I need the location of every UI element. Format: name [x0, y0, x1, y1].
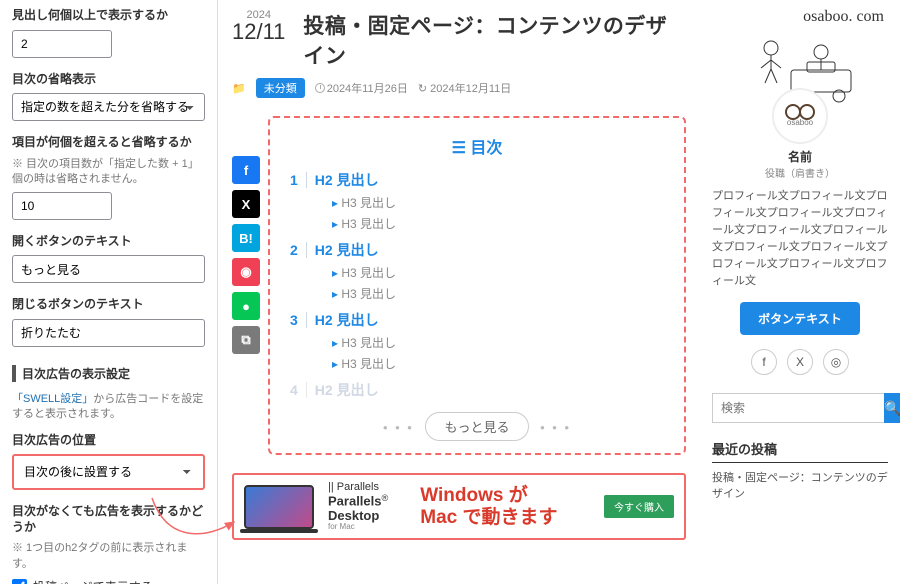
dots-right: • • •: [540, 420, 571, 435]
item-cut-input[interactable]: [12, 192, 112, 220]
folder-icon: 📁: [232, 82, 246, 95]
heading-threshold-input[interactable]: [12, 30, 112, 58]
share-pocket-button[interactable]: ◉: [232, 258, 260, 286]
toc-h3-item[interactable]: H3 見出し: [332, 285, 664, 302]
item-cut-note: ※ 目次の項目数が「指定した数 + 1」個の時は省略されません。: [12, 157, 205, 188]
toc-ad-note: 「SWELL設定」から広告コードを設定すると表示されます。: [12, 392, 205, 423]
close-button-text-input[interactable]: [12, 319, 205, 347]
ad-buy-button[interactable]: 今すぐ購入: [604, 495, 674, 518]
abbrev-label: 目次の省略表示: [12, 72, 205, 88]
share-column: fX B! ◉ ● ⧉: [232, 116, 260, 354]
site-name: osaboo. com: [712, 8, 888, 26]
heading-threshold-label: 見出し何個以上で表示するか: [12, 8, 205, 24]
share-copy-button[interactable]: ⧉: [232, 326, 260, 354]
glasses-icon: [785, 106, 815, 116]
close-button-text-label: 閉じるボタンのテキスト: [12, 297, 205, 313]
toc-h2-item[interactable]: 2H2 見出し: [290, 240, 664, 260]
open-button-text-label: 開くボタンのテキスト: [12, 234, 205, 250]
search-icon: 🔍: [884, 400, 900, 416]
recent-posts-title: 最近の投稿: [712, 439, 888, 463]
category-badge[interactable]: 未分類: [256, 78, 305, 98]
toc-list: 1H2 見出し H3 見出し H3 見出し 2H2 見出し H3 見出し H3 見出し 3H…: [290, 170, 664, 400]
created-date: 2024年11月26日: [315, 80, 408, 96]
dots-left: • • •: [383, 420, 414, 435]
post-date: 2024 12/11: [232, 10, 285, 43]
profile-button[interactable]: ボタンテキスト: [740, 302, 860, 335]
preview-area: 2024 12/11 投稿・固定ページ：コンテンツのデザイン 📁 未分類 202…: [218, 0, 700, 584]
share-x-twitter-button[interactable]: X: [232, 190, 260, 218]
ad-banner[interactable]: || Parallels Parallels® Desktop for Mac …: [232, 473, 686, 540]
toc-h3-item[interactable]: H3 見出し: [332, 355, 664, 372]
clock-icon: [315, 83, 325, 93]
ad-position-select[interactable]: 目次の後に設置する: [16, 458, 201, 486]
toc-h3-item[interactable]: H3 見出し: [332, 194, 664, 211]
toc-h2-item[interactable]: 1H2 見出し: [290, 170, 664, 190]
ad-headline: Windows が Mac で動きます: [420, 485, 557, 529]
ad-position-label: 目次広告の位置: [12, 433, 205, 449]
share-facebook-button[interactable]: f: [232, 156, 260, 184]
profile-name: 名前: [712, 148, 888, 165]
toc-h3-item[interactable]: H3 見出し: [332, 334, 664, 351]
profile-desc: プロフィール文プロフィール文プロフィール文プロフィール文プロフィール文プロフィー…: [712, 188, 888, 290]
search-input[interactable]: [712, 393, 884, 423]
x-icon[interactable]: X: [787, 349, 813, 375]
toc-title: 目次: [290, 134, 664, 158]
toc-box: 目次 1H2 見出し H3 見出し H3 見出し 2H2 見出し H3 見出し H3 見出…: [268, 116, 686, 455]
show-on-post-checkbox[interactable]: [12, 579, 27, 584]
laptop-icon: [244, 485, 314, 529]
toc-h3-item[interactable]: H3 見出し: [332, 215, 664, 232]
toc-ad-section-heading: 目次広告の表示設定: [12, 365, 205, 382]
profile-role: 役職（肩書き）: [712, 165, 888, 180]
avatar: osaboo: [772, 88, 828, 144]
abbrev-select[interactable]: 指定の数を超えた分を省略する: [12, 93, 205, 121]
instagram-icon[interactable]: ◎: [823, 349, 849, 375]
open-button-text-input[interactable]: [12, 255, 205, 283]
show-on-post-checkbox-row[interactable]: 投稿ページで表示する: [12, 578, 205, 584]
swell-settings-link[interactable]: 「SWELL設定」: [12, 393, 93, 405]
recent-post-item[interactable]: 投稿・固定ページ：コンテンツのデザイン: [712, 471, 888, 502]
show-on-post-label: 投稿ページで表示する: [33, 578, 153, 584]
annotation-arrow: [148, 494, 238, 554]
refresh-icon: ↻: [418, 83, 430, 95]
modified-date: ↻ 2024年12月11日: [418, 80, 511, 96]
item-cut-label: 項目が何個を超えると省略するか: [12, 135, 205, 151]
post-meta: 📁 未分類 2024年11月26日 ↻ 2024年12月11日: [232, 78, 686, 98]
toc-h3-item[interactable]: H3 見出し: [332, 264, 664, 281]
share-hatena-button[interactable]: B!: [232, 224, 260, 252]
toc-more-button[interactable]: もっと見る: [425, 412, 528, 441]
toc-h2-item[interactable]: 3H2 見出し: [290, 310, 664, 330]
search-button[interactable]: 🔍: [884, 393, 900, 423]
share-line-button[interactable]: ●: [232, 292, 260, 320]
toc-h2-item[interactable]: 4H2 見出し: [290, 380, 664, 400]
facebook-icon[interactable]: f: [751, 349, 777, 375]
post-title: 投稿・固定ページ：コンテンツのデザイン: [303, 10, 686, 70]
right-sidebar: osaboo. com osaboo 名前 役職（肩書き） プロ: [700, 0, 900, 584]
ad-brand-text: || Parallels Parallels® Desktop for Mac: [328, 481, 388, 532]
